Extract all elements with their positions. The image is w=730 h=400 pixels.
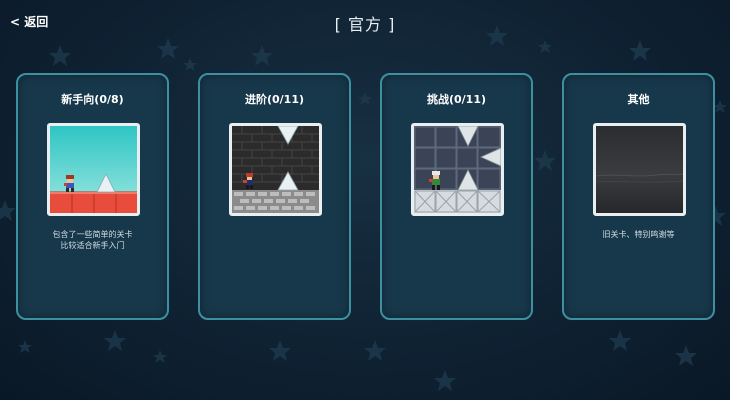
level-preview-advanced [229, 123, 322, 216]
card-description-line: 比较适合新手入门 [60, 241, 125, 250]
category-card-beginner[interactable]: 新手向(0/8) 包含了一些简单的关卡 比较适合新手入门 [16, 73, 169, 320]
card-description-line: 包含了一些简单的关卡 [52, 230, 133, 239]
category-card-challenge[interactable]: 挑战(0/11) [380, 73, 533, 320]
card-title: 进阶(0/11) [244, 93, 305, 106]
card-description: 旧关卡、特别鸣谢等 [570, 229, 707, 240]
level-preview-beginner [47, 123, 140, 216]
level-category-list: 新手向(0/8) 包含了一些简单的关卡 比较适合新手入门 进阶(0/11) 挑战… [16, 73, 715, 320]
category-card-other[interactable]: 其他 旧关卡、特别鸣谢等 [562, 73, 715, 320]
card-title: 挑战(0/11) [426, 93, 487, 106]
card-title: 新手向(0/8) [61, 93, 124, 106]
level-preview-other [593, 123, 686, 216]
card-description: 包含了一些简单的关卡 比较适合新手入门 [24, 229, 161, 251]
level-preview-challenge [411, 123, 504, 216]
category-card-advanced[interactable]: 进阶(0/11) [198, 73, 351, 320]
card-title: 其他 [627, 93, 650, 106]
card-description-line: 旧关卡、特别鸣谢等 [602, 230, 675, 239]
page-title: [ 官方 ] [334, 15, 396, 34]
